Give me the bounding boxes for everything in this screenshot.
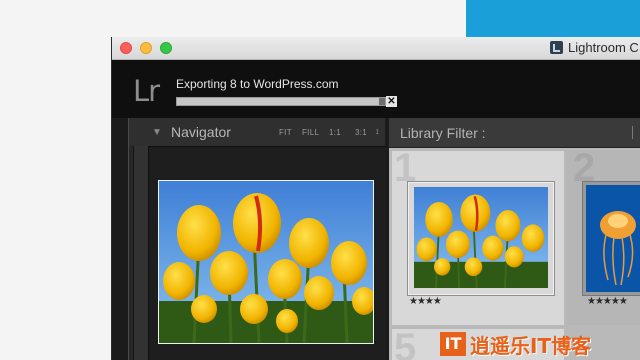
star-rating[interactable]: ★★★★ bbox=[409, 296, 442, 307]
minimize-window-button[interactable] bbox=[140, 42, 152, 54]
navigator-title: Navigator bbox=[171, 124, 231, 140]
window-title-text: Lightroom C bbox=[568, 40, 639, 55]
lightroom-app-icon bbox=[550, 41, 563, 54]
window-title: Lightroom C bbox=[550, 40, 639, 55]
zoom-3-1-button[interactable]: 3:1 bbox=[355, 128, 367, 137]
grid-cell[interactable]: 2 ★★★★★ bbox=[567, 146, 640, 325]
cell-index-number: 5 bbox=[394, 326, 417, 360]
tulips-thumbnail bbox=[414, 187, 548, 288]
zoom-1-1-button[interactable]: 1:1 bbox=[329, 128, 341, 137]
lr-logo: Lr bbox=[133, 74, 160, 108]
export-progress-fill bbox=[177, 98, 379, 105]
watermark-logo: IT bbox=[440, 332, 466, 356]
star-rating[interactable]: ★★★★★ bbox=[587, 296, 628, 307]
zoom-menu-arrow-icon[interactable]: ↕ bbox=[375, 126, 380, 136]
library-filter-bar: Library Filter : bbox=[389, 118, 640, 148]
site-watermark: IT 逍遥乐IT博客 bbox=[440, 328, 640, 360]
navigator-header[interactable]: ▼ Navigator FIT FILL 1:1 3:1 ↕ bbox=[129, 118, 385, 146]
zoom-fit-button[interactable]: FIT bbox=[279, 128, 292, 137]
filter-divider bbox=[632, 126, 633, 139]
zoom-window-button[interactable] bbox=[160, 42, 172, 54]
navigator-preview-image[interactable] bbox=[158, 180, 374, 344]
cancel-export-icon[interactable]: ✕ bbox=[386, 96, 397, 107]
close-window-button[interactable] bbox=[120, 42, 132, 54]
title-bar[interactable]: Lightroom C bbox=[112, 37, 640, 60]
thumbnail-frame[interactable] bbox=[407, 181, 555, 296]
thumbnail-frame[interactable] bbox=[582, 181, 640, 296]
left-panel: ▼ Navigator FIT FILL 1:1 3:1 ↕ bbox=[128, 118, 386, 360]
collapse-triangle-icon[interactable]: ▼ bbox=[152, 127, 162, 138]
tulips-photo bbox=[159, 181, 373, 343]
export-status-label: Exporting 8 to WordPress.com bbox=[176, 77, 339, 91]
lightroom-window: Lightroom C Lr Exporting 8 to WordPress.… bbox=[111, 37, 640, 360]
export-progress-bar bbox=[176, 97, 386, 106]
jellyfish-thumbnail bbox=[586, 185, 640, 292]
thumbnail-image[interactable] bbox=[414, 187, 548, 288]
grid-cell[interactable]: 1 ★★★★ bbox=[392, 146, 564, 325]
watermark-text: 逍遥乐IT博客 bbox=[470, 333, 592, 358]
zoom-fill-button[interactable]: FILL bbox=[302, 128, 319, 137]
library-filter-title: Library Filter : bbox=[400, 125, 486, 141]
identity-plate: Lr Exporting 8 to WordPress.com ✕ bbox=[112, 60, 640, 118]
thumbnail-image[interactable] bbox=[586, 185, 640, 292]
library-panel: Library Filter : 1 ★★★★ 2 ★★★★★ 5 bbox=[389, 118, 640, 360]
